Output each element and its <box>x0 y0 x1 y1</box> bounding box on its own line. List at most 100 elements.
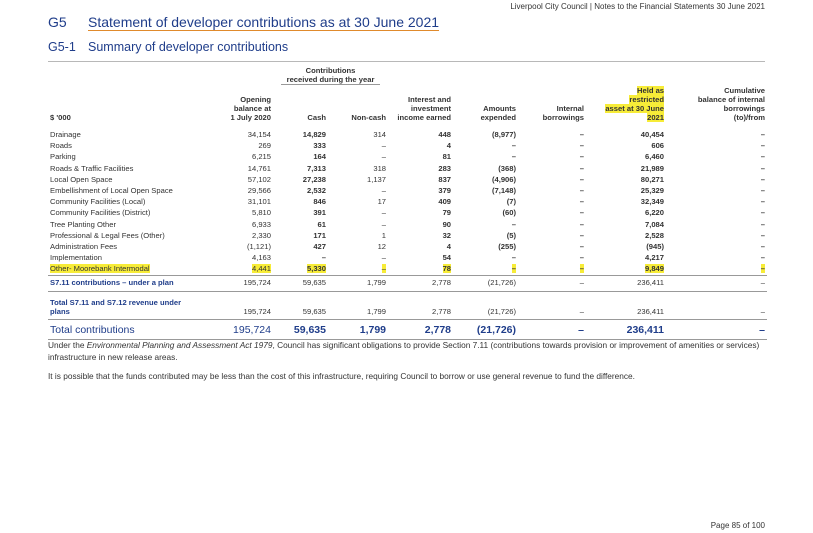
grand-total-noncash: 1,799 <box>328 318 389 340</box>
cell-interest: 448 <box>438 130 452 139</box>
cell-held: 7,084 <box>645 219 665 229</box>
funding-paragraph: It is possible that the funds contribute… <box>48 371 635 381</box>
cell-internal: – <box>579 163 585 173</box>
table-row: Implementation 4,163 – – 54 – – 4,217 – <box>48 252 767 263</box>
cell-interest: 54 <box>442 253 452 263</box>
grand-total-cumulative: – <box>666 318 768 340</box>
cell-opening: 2,330 <box>251 230 271 240</box>
cell-expended: (255) <box>498 242 517 252</box>
cell-opening: 269 <box>258 141 271 151</box>
cell-interest: 81 <box>442 152 452 162</box>
cell-cumulative: – <box>760 186 766 196</box>
revenue-total-interest: 2,778 <box>388 290 454 320</box>
cell-noncash: 314 <box>373 130 387 139</box>
cell-interest: 90 <box>442 219 452 229</box>
cell-cash: 333 <box>313 141 326 151</box>
cell-cash: 427 <box>313 242 326 252</box>
cell-expended: – <box>511 152 517 162</box>
grand-total-expended: (21,726) <box>453 318 519 340</box>
running-header: Liverpool City Council | Notes to the Fi… <box>510 2 765 11</box>
subsection-title: G5-1 Summary of developer contributions <box>48 40 288 54</box>
row-label: Community Facilities (District) <box>50 208 151 218</box>
revenue-total-opening: 195,724 <box>193 290 273 320</box>
cell-expended: (7) <box>506 197 517 207</box>
cell-noncash: – <box>381 219 387 229</box>
cell-cumulative: – <box>760 163 766 173</box>
table-row: Roads 269 333 – 4 – – 606 – <box>48 140 767 151</box>
cell-noncash: 1,137 <box>367 174 387 184</box>
cell-internal: – <box>579 174 585 184</box>
col-header-cash: Cash <box>307 113 326 122</box>
col-header-label: $ '000 <box>50 113 71 122</box>
contributions-group-header: Contributions received during the year <box>273 66 388 86</box>
grand-total-held: 236,411 <box>586 318 667 340</box>
cell-interest: 4 <box>446 141 452 151</box>
cell-cumulative: – <box>760 174 766 184</box>
table-row: Professional & Legal Fees (Other) 2,330 17… <box>48 230 767 241</box>
revenue-total-held: 236,411 <box>586 290 667 320</box>
page-number: Page 85 of 100 <box>710 521 765 530</box>
cell-held: 2,528 <box>645 230 665 240</box>
row-label: Drainage <box>50 130 81 139</box>
col-header-interest: Interest and investment income earned <box>397 95 452 122</box>
cell-cumulative: – <box>760 208 766 218</box>
col-header-held: Held as restricted asset at 30 June 2021 <box>605 86 665 122</box>
table-row: Administration Fees (1,121) 427 12 4 (255) – (9… <box>48 241 767 252</box>
plan-total-opening: 195,724 <box>193 274 273 292</box>
cell-opening: 57,102 <box>247 174 271 184</box>
cell-held: 606 <box>651 141 665 151</box>
grand-total-label: Total contributions <box>48 318 193 340</box>
cell-internal: – <box>579 197 585 207</box>
cell-noncash: 318 <box>373 163 387 173</box>
cell-interest: 837 <box>438 174 452 184</box>
cell-opening: 4,441 <box>251 264 271 274</box>
section-title-text: Statement of developer contributions as … <box>88 14 440 30</box>
table-row: Local Open Space 57,102 27,238 1,137 837 (4,9… <box>48 174 767 185</box>
plan-total-cumulative: – <box>666 274 768 292</box>
cell-held: 25,329 <box>640 186 665 196</box>
row-label: Roads <box>50 141 72 151</box>
cell-cumulative: – <box>760 130 766 139</box>
table-row: Community Facilities (Local) 31,101 846 17 4… <box>48 196 767 207</box>
col-header-cumulative: Cumulative balance of internal borrowings(… <box>697 86 766 122</box>
cell-opening: 5,810 <box>251 208 271 218</box>
cell-held: 6,220 <box>645 208 665 218</box>
col-header-noncash: Non-cash <box>351 113 387 122</box>
col-header-expended: Amounts expended <box>480 104 517 122</box>
row-label: Professional & Legal Fees (Other) <box>50 230 165 240</box>
cell-interest: 283 <box>438 163 452 173</box>
revenue-total-cumulative: – <box>666 290 768 320</box>
cell-opening: 14,761 <box>247 163 271 173</box>
cell-noncash: 17 <box>377 197 387 207</box>
subsection-number: G5-1 <box>48 40 76 54</box>
cell-expended: (4,906) <box>491 174 517 184</box>
grand-total-cash: 59,635 <box>273 318 328 340</box>
cell-interest: 79 <box>442 208 452 218</box>
row-label: Community Facilities (Local) <box>50 197 146 207</box>
cell-cumulative: – <box>760 141 766 151</box>
cell-expended: – <box>511 141 517 151</box>
cell-expended: – <box>511 219 517 229</box>
row-label: Implementation <box>50 253 102 263</box>
cell-held: (945) <box>646 242 665 252</box>
cell-cumulative: – <box>760 264 766 274</box>
cell-opening: (1,121) <box>246 242 271 252</box>
revenue-total-label: Total S7.11 and S7.12 revenue under plans <box>48 290 193 320</box>
row-label: Local Open Space <box>50 174 113 184</box>
row-label: Tree Planting Other <box>50 219 116 229</box>
cell-interest: 409 <box>438 197 452 207</box>
cell-expended: – <box>511 264 517 274</box>
cell-cash: 61 <box>317 219 326 229</box>
cell-internal: – <box>579 219 585 229</box>
cell-held: 9,849 <box>645 264 665 274</box>
table-row: Roads & Traffic Facilities 14,761 7,313 318… <box>48 163 767 174</box>
cell-noncash: – <box>381 264 387 274</box>
cell-expended: (368) <box>498 163 517 173</box>
grand-total-row: Total contributions 195,724 59,635 1,799… <box>48 318 768 340</box>
cell-cash: 14,829 <box>302 130 326 139</box>
row-label: Other- Moorebank Intermodal <box>50 264 150 274</box>
cell-internal: – <box>579 130 585 139</box>
table-row: Other- Moorebank Intermodal 4,441 5,330 – 78… <box>48 263 767 275</box>
plan-total-label: S7.11 contributions – under a plan <box>48 274 193 292</box>
subsection-title-text: Summary of developer contributions <box>88 40 289 54</box>
